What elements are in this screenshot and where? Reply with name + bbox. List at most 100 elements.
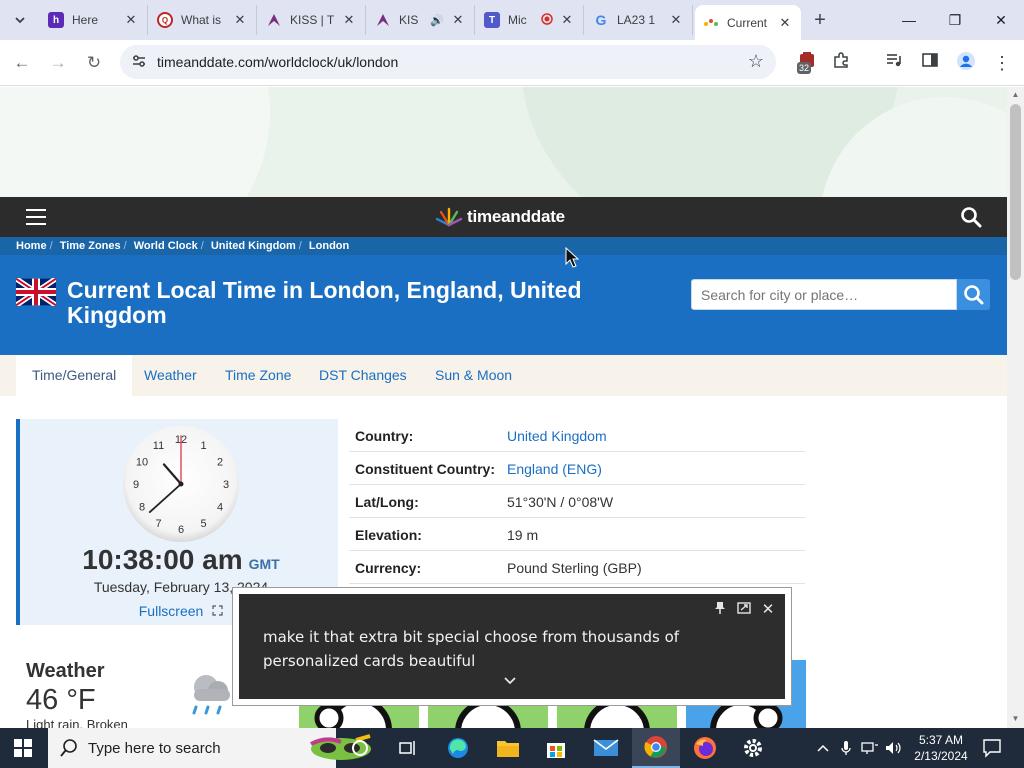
clock-numeral: 11	[153, 440, 164, 452]
kiss-icon	[266, 12, 282, 28]
speaker-icon[interactable]: 🔊	[430, 14, 444, 27]
kiss-icon	[375, 12, 391, 28]
network-icon[interactable]	[860, 728, 880, 768]
logo-sun-icon	[435, 207, 463, 227]
search-icon	[60, 739, 77, 757]
site-logo[interactable]: timeanddate	[434, 207, 565, 227]
file-explorer-icon[interactable]	[484, 728, 532, 768]
scroll-down-arrow[interactable]: ▼	[1010, 714, 1021, 723]
tab-search-button[interactable]	[8, 8, 32, 32]
firefox-icon[interactable]	[681, 728, 729, 768]
tab-title: LA23 1	[617, 13, 656, 27]
live-caption-window[interactable]: ✕ make it that extra bit special choose …	[232, 587, 792, 706]
timezone-label[interactable]: GMT	[249, 556, 280, 572]
info-label: Country:	[355, 428, 414, 444]
site-info-icon[interactable]	[130, 53, 148, 71]
city-search-input[interactable]	[691, 279, 957, 310]
info-value: Pound Sterling (GBP)	[507, 560, 642, 576]
browser-tab-3[interactable]: KISS | T ✕	[258, 5, 366, 35]
weather-temperature: 46 °F	[26, 684, 96, 716]
close-icon[interactable]: ✕	[232, 12, 248, 28]
close-icon[interactable]: ✕	[341, 12, 357, 28]
media-control-icon[interactable]	[882, 51, 906, 75]
breadcrumb-home[interactable]: Home	[16, 240, 47, 252]
extension-badge: 32	[797, 62, 812, 74]
info-value[interactable]: United Kingdom	[507, 428, 607, 444]
uk-flag-icon	[16, 278, 56, 306]
expand-icon[interactable]	[735, 601, 753, 619]
browser-tab-5[interactable]: T Mic ✕	[476, 5, 584, 35]
info-label: Lat/Long:	[355, 494, 419, 510]
close-icon[interactable]: ✕	[777, 15, 793, 31]
info-label: Currency:	[355, 560, 422, 576]
info-label: Constituent Country:	[355, 461, 495, 477]
taskbar: Type here to search 5:37 AM 2/13/2024	[0, 728, 1024, 768]
close-icon[interactable]: ✕	[668, 12, 684, 28]
browser-tab-1[interactable]: h Here ✕	[40, 5, 148, 35]
info-row-lat-long: Lat/Long: 51°30'N / 0°08'W	[349, 485, 805, 518]
info-value[interactable]: England (ENG)	[507, 461, 602, 477]
clock-numeral: 8	[139, 502, 145, 514]
search-icon[interactable]	[960, 206, 982, 228]
chevron-down-icon	[15, 17, 25, 24]
breadcrumb-london[interactable]: London	[309, 240, 349, 252]
fullscreen-icon	[212, 605, 223, 616]
chevron-down-icon[interactable]	[504, 674, 516, 688]
ad-banner[interactable]	[0, 87, 1007, 197]
back-button[interactable]: ←	[8, 49, 36, 77]
taskbar-search-box[interactable]: Type here to search	[48, 728, 371, 768]
city-search-button[interactable]	[957, 279, 990, 310]
close-icon[interactable]: ✕	[123, 12, 139, 28]
clock-numeral: 9	[133, 479, 139, 491]
volume-icon[interactable]	[884, 728, 904, 768]
microphone-icon[interactable]	[838, 728, 854, 768]
microsoft-store-icon[interactable]	[532, 728, 580, 768]
taskbar-clock[interactable]: 5:37 AM 2/13/2024	[904, 732, 978, 764]
browser-tab-2[interactable]: Q What is ✕	[149, 5, 257, 35]
browser-tab-6[interactable]: G LA23 1 ✕	[585, 5, 693, 35]
tab-dst-changes[interactable]: DST Changes	[303, 355, 423, 396]
tab-sun-moon[interactable]: Sun & Moon	[419, 355, 528, 396]
url-text[interactable]: timeanddate.com/worldclock/uk/london	[157, 54, 398, 70]
tray-overflow-icon[interactable]	[814, 728, 832, 768]
profile-avatar-icon[interactable]	[954, 51, 978, 75]
settings-gear-icon[interactable]	[729, 728, 777, 768]
close-icon[interactable]: ✕	[450, 12, 466, 28]
notification-icon[interactable]	[982, 738, 1002, 758]
tab-weather[interactable]: Weather	[128, 355, 213, 396]
mouse-cursor-icon	[565, 247, 579, 268]
chrome-menu-icon[interactable]: ⋮	[990, 51, 1014, 75]
close-icon[interactable]: ✕	[759, 601, 777, 619]
windows-start-icon[interactable]	[14, 739, 32, 757]
browser-tab-active[interactable]: Current ✕	[695, 5, 801, 40]
tab-time-general[interactable]: Time/General	[16, 355, 133, 396]
forward-button[interactable]: →	[44, 49, 72, 77]
tab-title: Here	[72, 13, 99, 27]
window-close-button[interactable]: ✕	[978, 0, 1024, 40]
breadcrumb-world-clock[interactable]: World Clock	[134, 240, 198, 252]
breadcrumb-time-zones[interactable]: Time Zones	[60, 240, 121, 252]
minimize-button[interactable]: —	[886, 0, 932, 40]
scroll-up-arrow[interactable]: ▲	[1010, 90, 1021, 99]
close-icon[interactable]: ✕	[559, 12, 575, 28]
page-scrollbar[interactable]: ▲ ▼	[1007, 87, 1024, 728]
pin-icon[interactable]	[711, 601, 729, 619]
cortana-icon[interactable]	[336, 728, 384, 768]
mail-icon[interactable]	[582, 728, 630, 768]
task-view-icon[interactable]	[384, 728, 432, 768]
menu-icon[interactable]	[26, 209, 46, 225]
new-tab-button[interactable]: +	[808, 8, 832, 32]
chrome-taskbar-icon[interactable]	[632, 728, 680, 768]
scroll-thumb[interactable]	[1010, 104, 1021, 280]
edge-icon[interactable]	[434, 728, 482, 768]
breadcrumb-united-kingdom[interactable]: United Kingdom	[211, 240, 296, 252]
browser-tab-4[interactable]: KIS 🔊 ✕	[367, 5, 475, 35]
bookmark-star-icon[interactable]: ☆	[748, 51, 764, 72]
restore-button[interactable]: ❐	[932, 0, 978, 40]
extensions-puzzle-icon[interactable]	[829, 51, 853, 75]
timeanddate-icon	[703, 15, 719, 31]
side-panel-icon[interactable]	[918, 51, 942, 75]
reload-button[interactable]: ↻	[80, 49, 108, 77]
tab-time-zone[interactable]: Time Zone	[209, 355, 307, 396]
address-bar[interactable]: timeanddate.com/worldclock/uk/london ☆	[120, 45, 776, 79]
